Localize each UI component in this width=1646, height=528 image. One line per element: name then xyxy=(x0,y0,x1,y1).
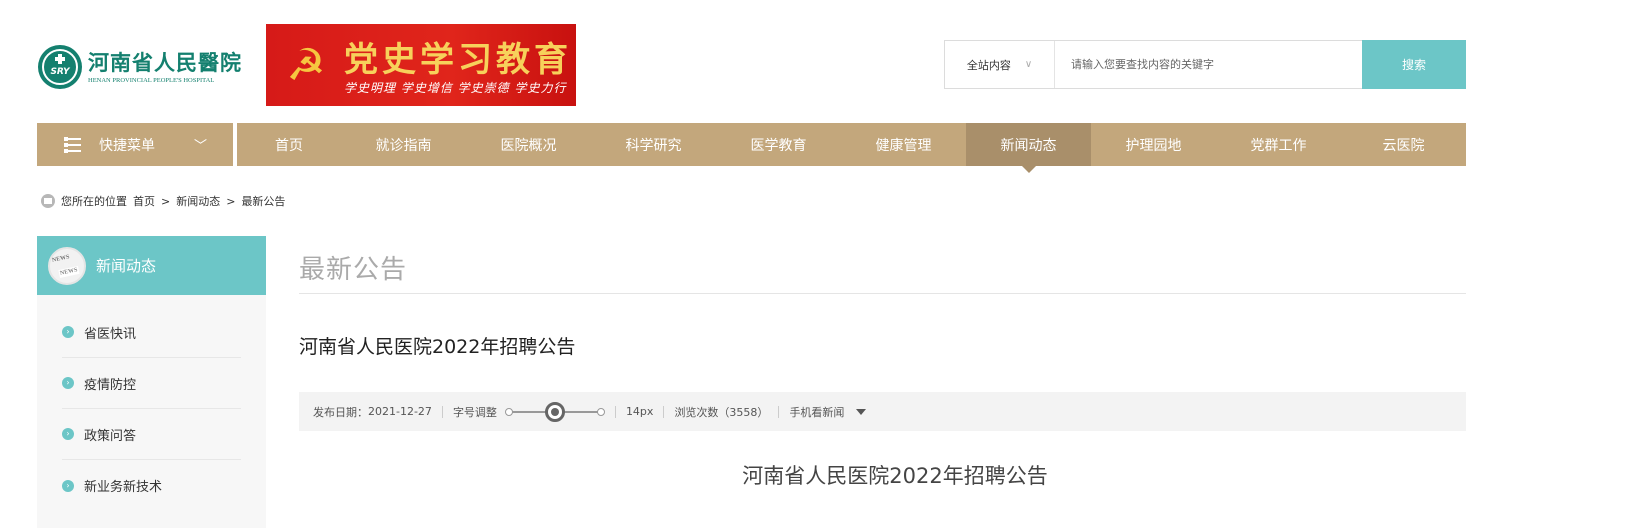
banner-title: 党史学习教育 xyxy=(344,40,572,80)
chevron-down-icon: ∨ xyxy=(1024,59,1033,70)
search-input[interactable] xyxy=(1055,41,1362,88)
list-menu-icon xyxy=(64,136,81,153)
font-adjust-label: 字号调整 xyxy=(452,405,497,419)
nav-item-overview[interactable]: 医院概况 xyxy=(466,123,591,166)
newspaper-icon xyxy=(48,246,86,285)
title-divider xyxy=(299,293,1466,294)
font-size-value: 14px xyxy=(625,405,654,418)
view-count: 浏览次数（3558） xyxy=(674,405,769,419)
breadcrumb-current[interactable]: 最新公告 xyxy=(241,193,285,209)
nav-item-research[interactable]: 科学研究 xyxy=(591,123,716,166)
sidebar-item-policy-qa[interactable]: › 政策问答 xyxy=(62,409,241,460)
main-nav: 首页 就诊指南 医院概况 科学研究 医学教育 健康管理 新闻动态 护理园地 党群… xyxy=(237,123,1466,173)
publish-date: 2021-12-27 xyxy=(368,405,432,418)
breadcrumb-separator: > xyxy=(161,194,171,208)
publish-label: 发布日期： xyxy=(313,405,368,419)
search-scope-select[interactable]: 全站内容 ∨ xyxy=(945,41,1055,88)
caret-down-icon[interactable] xyxy=(856,408,867,415)
nav-item-cloud-hospital[interactable]: 云医院 xyxy=(1341,123,1466,166)
article-title: 河南省人民医院2022年招聘公告 xyxy=(299,336,576,358)
chevron-right-icon: › xyxy=(62,428,74,440)
font-size-slider[interactable] xyxy=(504,401,605,422)
nav-item-education[interactable]: 医学教育 xyxy=(716,123,841,166)
nav-item-health[interactable]: 健康管理 xyxy=(841,123,966,166)
party-history-banner[interactable]: ☭ 党史学习教育 学史明理 学史增信 学史崇德 学史力行 xyxy=(266,24,576,106)
article-meta-bar: 发布日期： 2021-12-27 字号调整 14px 浏览次数（3558） 手机… xyxy=(299,392,1466,431)
chevron-right-icon: › xyxy=(62,326,74,338)
sidebar-title: 新闻动态 xyxy=(96,257,157,275)
banner-subtitle: 学史明理 学史增信 学史崇德 学史力行 xyxy=(344,81,567,95)
mobile-view-link[interactable]: 手机看新闻 xyxy=(789,404,844,420)
quick-menu-label: 快捷菜单 xyxy=(99,137,155,154)
page-title: 最新公告 xyxy=(299,255,408,285)
breadcrumb: 您所在的位置 首页 > 新闻动态 > 最新公告 xyxy=(41,193,291,209)
nav-item-guide[interactable]: 就诊指南 xyxy=(341,123,466,166)
breadcrumb-prefix: 您所在的位置 xyxy=(61,195,127,208)
hospital-emblem-icon: SRY xyxy=(38,45,82,89)
hospital-logo[interactable]: SRY 河南省人民醫院 HENAN PROVINCIAL PEOPLE'S HO… xyxy=(38,44,256,90)
search-button[interactable]: 搜索 xyxy=(1362,40,1466,89)
sidebar-header: 新闻动态 xyxy=(37,236,266,295)
nav-item-party[interactable]: 党群工作 xyxy=(1216,123,1341,166)
breadcrumb-home[interactable]: 首页 xyxy=(133,193,155,209)
nav-item-news[interactable]: 新闻动态 xyxy=(966,123,1091,173)
chevron-right-icon: › xyxy=(62,377,74,389)
slider-handle[interactable] xyxy=(544,401,565,422)
logo-name-cn: 河南省人民醫院 xyxy=(88,50,242,75)
quick-menu-button[interactable]: 快捷菜单 ﹀ xyxy=(37,123,233,166)
breadcrumb-separator: > xyxy=(226,194,236,208)
nav-item-nursing[interactable]: 护理园地 xyxy=(1091,123,1216,166)
sidebar-item-hospital-news[interactable]: › 省医快讯 xyxy=(62,307,241,358)
home-icon xyxy=(41,194,55,208)
breadcrumb-news[interactable]: 新闻动态 xyxy=(176,193,220,209)
article-heading: 河南省人民医院2022年招聘公告 xyxy=(742,464,1048,488)
chevron-down-icon: ﹀ xyxy=(193,139,207,154)
hammer-sickle-icon: ☭ xyxy=(286,40,326,91)
search-bar: 全站内容 ∨ 搜索 xyxy=(944,40,1466,89)
sidebar-item-epidemic-control[interactable]: › 疫情防控 xyxy=(62,358,241,409)
nav-item-home[interactable]: 首页 xyxy=(237,123,341,166)
logo-name-en: HENAN PROVINCIAL PEOPLE'S HOSPITAL xyxy=(88,76,215,84)
